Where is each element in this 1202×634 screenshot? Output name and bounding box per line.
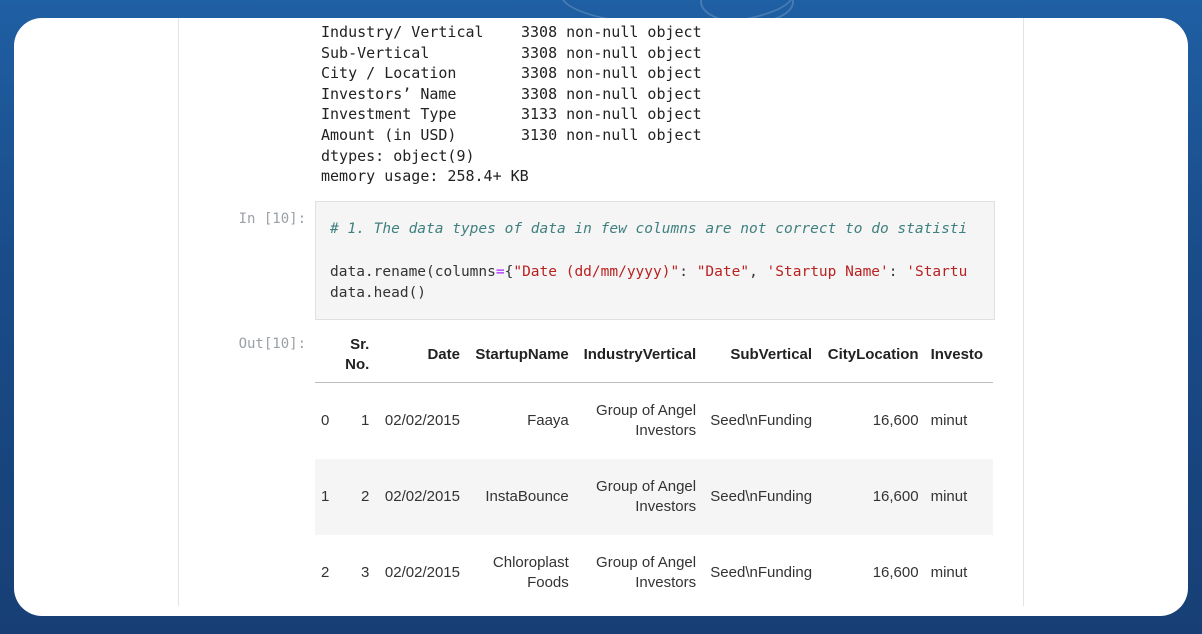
- notebook-right-border: [1023, 18, 1024, 606]
- info-column-dtype: 3308 non-null object: [521, 64, 702, 83]
- cell-date: 02/02/2015: [375, 459, 466, 535]
- code-string: "Date": [696, 264, 750, 280]
- row-index: 0: [321, 412, 330, 429]
- info-dtypes: dtypes: object(9): [321, 146, 475, 165]
- code-string: 'Startup Name': [766, 264, 889, 280]
- cell-city-location: 16,600: [872, 412, 919, 429]
- cell-startup-name: Chloroplast Foods: [492, 554, 569, 591]
- info-column-name: Sub-Vertical: [321, 43, 430, 62]
- code-comment: # 1. The data types of data in few colum…: [330, 221, 968, 237]
- info-column-dtype: 3308 non-null object: [521, 84, 702, 103]
- dataframe-table: Sr. No. Date StartupName IndustryVertica…: [315, 328, 993, 611]
- code-string: "Date (dd/mm/yyyy)": [513, 264, 680, 280]
- row-index: 2: [321, 564, 330, 581]
- code-token: data.rename(columns: [330, 264, 496, 280]
- info-column-dtype: 3308 non-null object: [521, 43, 702, 62]
- cell-investors: minut: [924, 459, 993, 535]
- info-row: Industry/ Vertical 3308 non-null object: [321, 22, 702, 43]
- column-header-investors: Investo: [924, 328, 993, 383]
- info-column-name: Amount (in USD): [321, 125, 457, 144]
- info-column-name: City / Location: [321, 64, 457, 83]
- column-header-sub-vertical: SubVertical: [702, 328, 819, 383]
- cell-sub-vertical: Seed\nFunding: [702, 459, 819, 535]
- code-token: =: [495, 264, 505, 280]
- dataframe-output: Sr. No. Date StartupName IndustryVertica…: [315, 328, 993, 616]
- input-prompt: In [10]:: [238, 211, 306, 227]
- column-header-city-location: CityLocation: [818, 328, 925, 383]
- cell-investors: minut: [930, 412, 968, 429]
- info-column-dtype: 3130 non-null object: [521, 125, 702, 144]
- cell-sr-no: 2: [337, 459, 376, 535]
- cell-sr-no: 1: [361, 412, 370, 429]
- cell-sub-vertical: Seed\nFunding: [710, 564, 813, 581]
- code-token: ,: [749, 264, 767, 280]
- notebook-left-border: [178, 18, 179, 606]
- column-header-date: Date: [375, 328, 466, 383]
- table-row: 2 3 02/02/2015 Chloroplast Foods Group o…: [315, 535, 993, 611]
- info-row: Amount (in USD) 3130 non-null object: [321, 125, 702, 146]
- table-row: 0 1 02/02/2015 Faaya Group of Angel Inve…: [315, 383, 993, 460]
- info-column-dtype: 3133 non-null object: [521, 105, 702, 124]
- code-cell[interactable]: # 1. The data types of data in few colum…: [315, 201, 995, 320]
- info-row: Investors’ Name 3308 non-null object: [321, 84, 702, 105]
- cell-startup-name: Faaya: [527, 412, 569, 429]
- code-string: 'Startu: [906, 264, 968, 280]
- code-token: :: [679, 264, 697, 280]
- cell-city-location: 16,600: [872, 564, 919, 581]
- cell-industry-vertical: Group of Angel Investors: [596, 402, 697, 439]
- info-column-dtype: 3308 non-null object: [521, 23, 702, 41]
- info-row: Sub-Vertical 3308 non-null object: [321, 43, 702, 64]
- column-header-sr-no: Sr. No.: [337, 328, 376, 383]
- table-row: 1 2 02/02/2015 InstaBounce Group of Ange…: [315, 459, 993, 535]
- output-prompt: Out[10]:: [238, 336, 306, 352]
- column-header-startup-name: StartupName: [465, 328, 575, 383]
- cell-industry-vertical: Group of Angel Investors: [596, 554, 697, 591]
- column-header-industry-vertical: IndustryVertical: [574, 328, 703, 383]
- row-index: 1: [315, 459, 338, 535]
- cell-sub-vertical: Seed\nFunding: [710, 412, 813, 429]
- cell-sr-no: 3: [361, 564, 370, 581]
- info-row: Investment Type 3133 non-null object: [321, 104, 702, 125]
- info-column-name: Investment Type: [321, 105, 457, 124]
- info-memory-usage: memory usage: 258.4+ KB: [321, 167, 529, 186]
- cell-industry-vertical: Group of Angel Investors: [574, 459, 703, 535]
- code-line-rename: data.rename(columns={"Date (dd/mm/yyyy)"…: [330, 264, 967, 280]
- column-header-index: [315, 328, 338, 383]
- cell-date: 02/02/2015: [384, 564, 460, 581]
- cell-startup-name: InstaBounce: [465, 459, 575, 535]
- cell-city-location: 16,600: [818, 459, 925, 535]
- cell-date: 02/02/2015: [384, 412, 460, 429]
- info-row: City / Location 3308 non-null object: [321, 63, 702, 84]
- notebook-card: Industry/ Vertical 3308 non-null object S…: [14, 18, 1188, 616]
- code-line-head: data.head(): [330, 285, 427, 301]
- info-column-name: Industry/ Vertical: [321, 23, 484, 41]
- table-header-row: Sr. No. Date StartupName IndustryVertica…: [315, 328, 993, 383]
- info-column-name: Investors’ Name: [321, 84, 457, 103]
- cell-investors: minut: [930, 564, 968, 581]
- dataframe-info-output: Industry/ Vertical 3308 non-null object S…: [321, 22, 702, 187]
- code-token: :: [888, 264, 907, 280]
